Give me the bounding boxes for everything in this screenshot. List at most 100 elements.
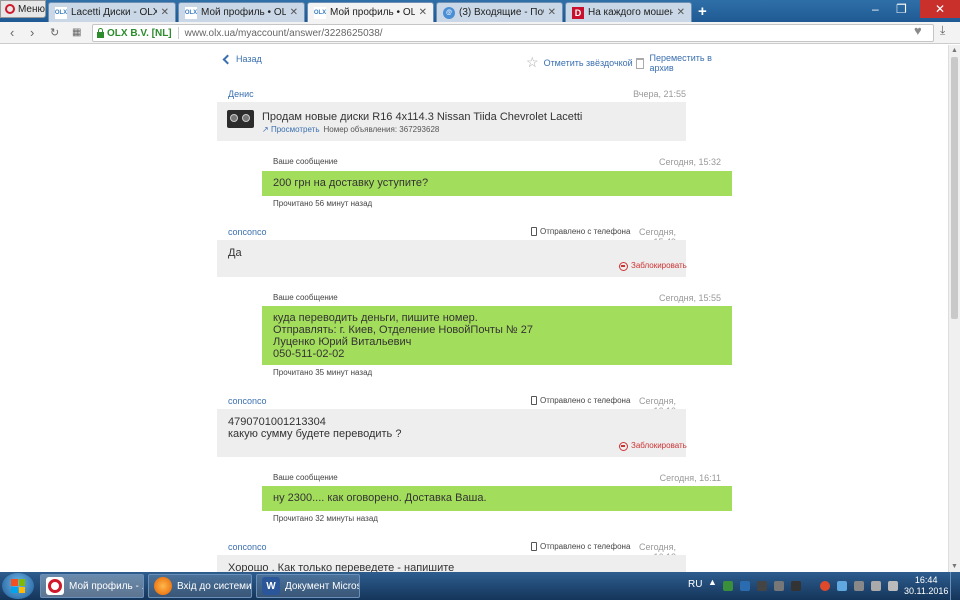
message-line: 4790701001213304	[228, 416, 326, 428]
tab-fraud-article[interactable]: D На каждого мошенника, ✕	[565, 2, 692, 22]
star-label: Отметить звёздочкой	[543, 57, 633, 68]
sent-from-phone: Отправлено с телефона	[531, 396, 630, 405]
scroll-up-arrow-icon[interactable]: ▲	[951, 47, 958, 54]
archive-button[interactable]: Переместить в архив	[636, 53, 732, 73]
block-user-link[interactable]: Заблокировать	[619, 440, 687, 452]
minimize-icon[interactable]: –	[872, 2, 879, 16]
windows-logo-icon	[11, 579, 25, 593]
browser-tab-strip: Меню OLX Lacetti Диски - OLX.ua ✕ OLX Мо…	[0, 0, 960, 22]
own-message-label: Ваше сообщение	[273, 293, 338, 302]
scrollbar-thumb[interactable]	[951, 57, 958, 319]
block-user-link[interactable]: Заблокировать	[619, 260, 687, 272]
ad-meta: ↗ Просмотреть Номер объявления: 36729362…	[262, 125, 439, 134]
archive-label: Переместить в архив	[649, 53, 712, 73]
window-close-button[interactable]: ✕	[920, 0, 960, 18]
olx-favicon-icon: OLX	[185, 6, 197, 19]
tab-lacetti[interactable]: OLX Lacetti Диски - OLX.ua ✕	[48, 2, 176, 22]
incoming-message-bubble: Да Заблокировать	[217, 240, 687, 277]
firefox-icon	[154, 577, 172, 595]
security-badge[interactable]: OLX B.V. [NL]	[97, 27, 172, 39]
mail-favicon-icon: @	[443, 6, 455, 19]
show-desktop-button[interactable]	[950, 572, 960, 600]
taskbar-word[interactable]: W Документ Micros...	[256, 574, 360, 598]
view-ad-label: Просмотреть	[270, 125, 320, 134]
back-link[interactable]: Назад	[221, 54, 262, 64]
phone-icon	[531, 542, 537, 551]
incoming-message-bubble: Хорошо . Как только переведете - напишит…	[217, 555, 686, 572]
maximize-icon[interactable]: ❐	[896, 2, 907, 16]
back-arrow-icon[interactable]: ‹	[10, 25, 14, 40]
view-ad-link[interactable]: ↗ Просмотреть	[262, 125, 320, 134]
sender-name[interactable]: conconco	[228, 542, 267, 552]
tray-app-icon[interactable]	[871, 581, 881, 591]
page-scrollbar[interactable]: ▲ ▼	[948, 45, 960, 572]
address-bar[interactable]: OLX B.V. [NL] www.olx.ua/myaccount/answe…	[92, 24, 934, 42]
star-icon: ☆	[526, 54, 539, 70]
network-icon[interactable]	[854, 581, 864, 591]
close-tab-icon[interactable]: ✕	[677, 7, 685, 18]
task-label: Мой профиль - ...	[69, 580, 144, 592]
tray-app-icon[interactable]	[837, 581, 847, 591]
speed-dial-grid-icon[interactable]: ▦	[72, 27, 81, 38]
own-message-bubble: ну 2300.... как оговорено. Доставка Ваша…	[262, 486, 732, 511]
opera-icon	[46, 577, 64, 595]
opera-menu-button[interactable]: Меню	[0, 0, 46, 18]
browser-toolbar: ‹ › ↻ ▦ OLX B.V. [NL] www.olx.ua/myaccou…	[0, 22, 960, 44]
tray-app-icon[interactable]	[757, 581, 767, 591]
olx-favicon-icon: OLX	[55, 6, 67, 19]
tray-app-icon[interactable]	[774, 581, 784, 591]
incoming-message-bubble: 4790701001213304 какую сумму будете пере…	[217, 409, 687, 457]
tray-expand-icon[interactable]: ▲	[708, 577, 717, 587]
tab-title: На каждого мошенника,	[588, 7, 673, 18]
sender-name[interactable]: Денис	[228, 89, 254, 99]
sent-from-phone: Отправлено с телефона	[531, 227, 630, 236]
message-text: Хорошо . Как только переведете - напишит…	[228, 562, 455, 572]
ad-title[interactable]: Продам новые диски R16 4x114.3 Nissan Ti…	[262, 111, 582, 123]
page-viewport: Назад ☆ Отметить звёздочкой Переместить …	[0, 45, 948, 572]
clock-time: 16:44	[914, 575, 938, 585]
own-message-label: Ваше сообщение	[273, 473, 338, 482]
address-divider	[177, 27, 179, 39]
bookmark-heart-icon[interactable]: ♥	[914, 23, 922, 38]
close-tab-icon[interactable]: ✕	[161, 7, 169, 18]
message-time: Сегодня, 15:32	[658, 157, 721, 167]
wheel-rims-thumbnail[interactable]	[227, 110, 254, 128]
sender-name[interactable]: conconco	[228, 396, 267, 406]
message-line: 050-511-02-02	[273, 348, 345, 360]
tray-alert-icon[interactable]	[820, 581, 830, 591]
olx-favicon-icon: OLX	[314, 6, 326, 19]
security-label: OLX B.V. [NL]	[107, 27, 172, 39]
url-text: www.olx.ua/myaccount/answer/3228625038/	[184, 27, 383, 39]
message-line: Луценко Юрий Витальевич	[273, 336, 412, 348]
block-icon	[619, 261, 628, 271]
taskbar-opera[interactable]: Мой профиль - ...	[40, 574, 144, 598]
tray-app-icon[interactable]	[740, 581, 750, 591]
download-icon[interactable]: ⤓	[940, 23, 945, 38]
tab-profile-active[interactable]: OLX Мой профиль • OLX.ua ✕	[307, 2, 434, 22]
message-time: Сегодня, 15:55	[658, 293, 721, 303]
taskbar-firefox[interactable]: Вхід до системи - ...	[148, 574, 252, 598]
close-tab-icon[interactable]: ✕	[290, 7, 298, 18]
system-clock[interactable]: 16:44 30.11.2016	[904, 575, 948, 597]
star-button[interactable]: ☆ Отметить звёздочкой	[526, 54, 633, 71]
close-tab-icon[interactable]: ✕	[548, 7, 556, 18]
language-indicator[interactable]: RU	[688, 579, 702, 590]
start-button[interactable]	[2, 573, 34, 599]
tray-app-icon[interactable]	[723, 581, 733, 591]
message-text: Да	[228, 247, 242, 259]
clock-date: 30.11.2016	[904, 586, 949, 596]
close-tab-icon[interactable]: ✕	[419, 7, 427, 18]
tab-profile-1[interactable]: OLX Мой профиль • OLX.ua ✕	[178, 2, 305, 22]
volume-icon[interactable]	[888, 581, 898, 591]
new-tab-button[interactable]: +	[698, 3, 707, 20]
scroll-down-arrow-icon[interactable]: ▼	[951, 563, 958, 570]
menu-label: Меню	[17, 3, 45, 15]
forward-arrow-icon[interactable]: ›	[30, 25, 34, 40]
reload-icon[interactable]: ↻	[50, 26, 59, 39]
tray-app-icon[interactable]	[791, 581, 801, 591]
tab-mail[interactable]: @ (3) Входящие - Почта Ма ✕	[436, 2, 563, 22]
phone-icon	[531, 227, 537, 236]
tab-title: Мой профиль • OLX.ua	[201, 7, 286, 18]
sender-name[interactable]: conconco	[228, 227, 267, 237]
sent-from-phone: Отправлено с телефона	[531, 542, 630, 551]
